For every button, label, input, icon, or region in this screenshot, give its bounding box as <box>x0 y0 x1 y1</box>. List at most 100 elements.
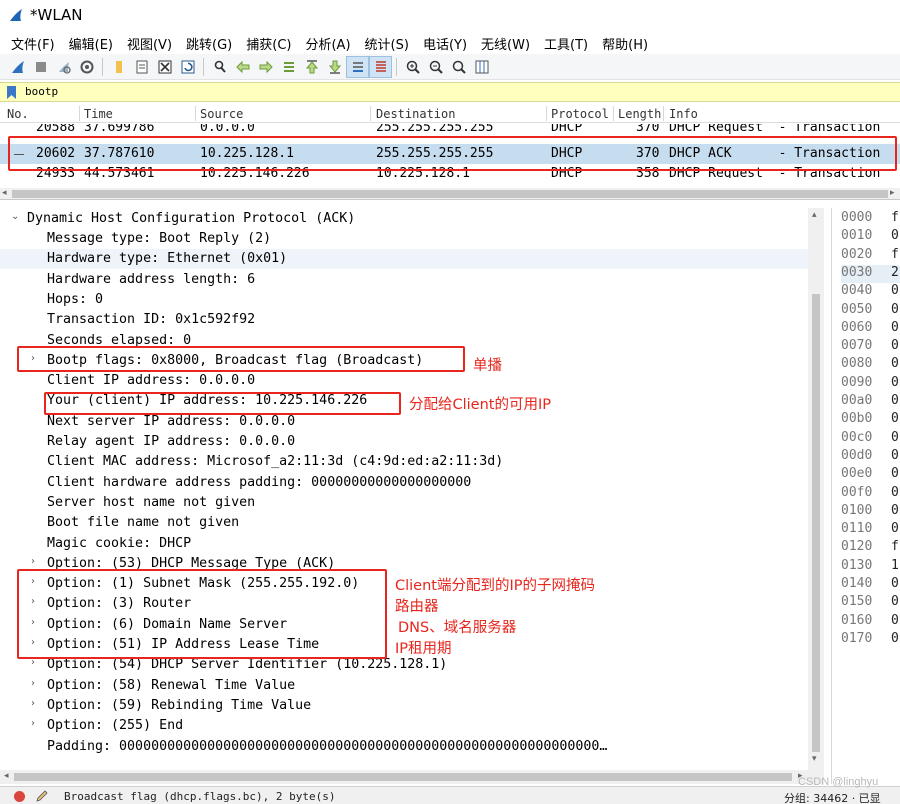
detail-expandable-row[interactable]: › Option: (58) Renewal Time Value <box>0 676 808 696</box>
scroll-up-icon[interactable]: ▴ <box>812 210 817 220</box>
byte-row[interactable]: 0150 0 <box>841 594 900 612</box>
detail-expandable-row[interactable]: › Option: (59) Rebinding Time Value <box>0 696 808 716</box>
menu-item[interactable]: 工具(T) <box>541 30 596 54</box>
byte-row[interactable]: 0100 0 <box>841 503 900 521</box>
display-filter-bar[interactable]: bootp <box>0 82 900 102</box>
zoom-out-icon[interactable] <box>424 56 447 78</box>
zoom-in-icon[interactable] <box>401 56 424 78</box>
detail-expandable-row[interactable]: › Option: (54) DHCP Server Identifier (10… <box>0 655 808 675</box>
packet-list-hscrollbar[interactable]: ◂ ▸ <box>0 188 900 199</box>
scroll-thumb[interactable] <box>812 294 820 752</box>
save-file-icon[interactable] <box>130 56 153 78</box>
menu-item[interactable]: 统计(S) <box>362 30 417 54</box>
column-header-time[interactable]: Time <box>84 107 113 121</box>
details-hscrollbar[interactable]: ◂ ▸ <box>0 770 824 784</box>
detail-row[interactable]: Next server IP address: 0.0.0.0 <box>0 412 808 432</box>
expand-arrow-icon[interactable]: › <box>31 657 35 668</box>
capture-status-icon[interactable] <box>14 791 25 802</box>
restart-capture-icon[interactable] <box>52 56 75 78</box>
resize-columns-icon[interactable] <box>470 56 493 78</box>
expand-arrow-icon[interactable]: › <box>31 698 35 709</box>
collapse-arrow-icon[interactable]: ⌄ <box>11 211 19 222</box>
packet-row[interactable]: 24933 44.573461 10.225.146.226 10.225.12… <box>0 166 900 178</box>
bookmark-icon[interactable] <box>6 86 17 99</box>
column-header-source[interactable]: Source <box>200 107 243 121</box>
detail-row[interactable]: Your (client) IP address: 10.225.146.226 <box>0 391 808 411</box>
expand-arrow-icon[interactable]: › <box>31 576 35 587</box>
detail-row[interactable]: Client MAC address: Microsof_a2:11:3d (c… <box>0 452 808 472</box>
expand-arrow-icon[interactable]: › <box>31 678 35 689</box>
go-first-icon[interactable] <box>300 56 323 78</box>
column-header-protocol[interactable]: Protocol <box>551 107 609 121</box>
shark-fin-start-icon[interactable] <box>6 56 29 78</box>
byte-row[interactable]: 0010 0 <box>841 228 900 246</box>
menu-item[interactable]: 分析(A) <box>302 30 358 54</box>
scroll-down-icon[interactable]: ▾ <box>812 754 817 764</box>
expand-arrow-icon[interactable]: › <box>31 596 35 607</box>
menu-item[interactable]: 电话(Y) <box>420 30 475 54</box>
byte-row[interactable]: 0110 0 <box>841 521 900 539</box>
byte-row[interactable]: 0090 0 <box>841 375 900 393</box>
filter-input[interactable]: bootp <box>25 85 58 98</box>
find-packet-icon[interactable] <box>208 56 231 78</box>
byte-row[interactable]: 00a0 0 <box>841 393 900 411</box>
expand-arrow-icon[interactable]: › <box>31 556 35 567</box>
packet-row[interactable]: 20588 37.699786 0.0.0.0 255.255.255.255 … <box>0 124 900 136</box>
byte-row[interactable]: 00f0 0 <box>841 485 900 503</box>
stop-capture-icon[interactable] <box>29 56 52 78</box>
scroll-right-icon[interactable]: ▸ <box>890 188 895 198</box>
go-back-icon[interactable] <box>231 56 254 78</box>
menu-item[interactable]: 帮助(H) <box>599 30 656 54</box>
open-file-icon[interactable] <box>107 56 130 78</box>
byte-row[interactable]: 0050 0 <box>841 302 900 320</box>
scroll-left-icon[interactable]: ◂ <box>2 188 7 198</box>
detail-row[interactable]: Hops: 0 <box>0 290 808 310</box>
scroll-thumb[interactable] <box>12 190 888 198</box>
detail-row[interactable]: Seconds elapsed: 0 <box>0 331 808 351</box>
menu-item[interactable]: 捕获(C) <box>243 30 299 54</box>
byte-row[interactable]: 0080 0 <box>841 356 900 374</box>
reload-file-icon[interactable] <box>176 56 199 78</box>
detail-root[interactable]: ⌄ Dynamic Host Configuration Protocol (A… <box>0 209 808 229</box>
byte-row[interactable]: 00c0 0 <box>841 430 900 448</box>
detail-row[interactable]: Magic cookie: DHCP <box>0 534 808 554</box>
menu-item[interactable]: 视图(V) <box>124 30 180 54</box>
menu-item[interactable]: 跳转(G) <box>183 30 240 54</box>
byte-row[interactable]: 00b0 0 <box>841 411 900 429</box>
byte-row[interactable]: 0170 0 <box>841 631 900 649</box>
detail-row[interactable]: Server host name not given <box>0 493 808 513</box>
menu-item[interactable]: 文件(F) <box>8 30 63 54</box>
byte-row[interactable]: 0030 2 <box>841 264 900 284</box>
detail-row[interactable]: Client hardware address padding: 0000000… <box>0 473 808 493</box>
detail-row[interactable]: Message type: Boot Reply (2) <box>0 229 808 249</box>
column-header-length[interactable]: Length <box>618 107 661 121</box>
detail-row[interactable]: Relay agent IP address: 0.0.0.0 <box>0 432 808 452</box>
edit-comment-icon[interactable] <box>35 789 49 803</box>
detail-row[interactable]: Hardware type: Ethernet (0x01) <box>0 249 808 270</box>
detail-row[interactable]: Padding: 0000000000000000000000000000000… <box>0 737 808 757</box>
column-header-no[interactable]: No. <box>7 107 29 121</box>
byte-row[interactable]: 0140 0 <box>841 576 900 594</box>
expand-arrow-icon[interactable]: › <box>31 637 35 648</box>
byte-row[interactable]: 00d0 0 <box>841 448 900 466</box>
detail-row[interactable]: Hardware address length: 6 <box>0 270 808 290</box>
byte-row[interactable]: 0060 0 <box>841 320 900 338</box>
column-header-destination[interactable]: Destination <box>376 107 455 121</box>
detail-expandable-row[interactable]: › Option: (53) DHCP Message Type (ACK) <box>0 554 808 574</box>
detail-expandable-row[interactable]: › Bootp flags: 0x8000, Broadcast flag (Br… <box>0 351 808 371</box>
detail-row[interactable]: Client IP address: 0.0.0.0 <box>0 371 808 391</box>
column-header-info[interactable]: Info <box>669 107 698 121</box>
detail-row[interactable]: Transaction ID: 0x1c592f92 <box>0 310 808 330</box>
byte-row[interactable]: 0120 f <box>841 539 900 557</box>
normal-size-icon[interactable] <box>447 56 470 78</box>
colorize-icon[interactable] <box>369 55 392 78</box>
capture-options-icon[interactable] <box>75 56 98 78</box>
scroll-thumb[interactable] <box>14 773 792 781</box>
byte-row[interactable]: 0160 0 <box>841 613 900 631</box>
byte-row[interactable]: 00e0 0 <box>841 466 900 484</box>
go-forward-icon[interactable] <box>254 56 277 78</box>
detail-row[interactable]: Boot file name not given <box>0 513 808 533</box>
menu-item[interactable]: 无线(W) <box>478 30 538 54</box>
expand-arrow-icon[interactable]: › <box>31 718 35 729</box>
byte-row[interactable]: 0000 f <box>841 210 900 228</box>
